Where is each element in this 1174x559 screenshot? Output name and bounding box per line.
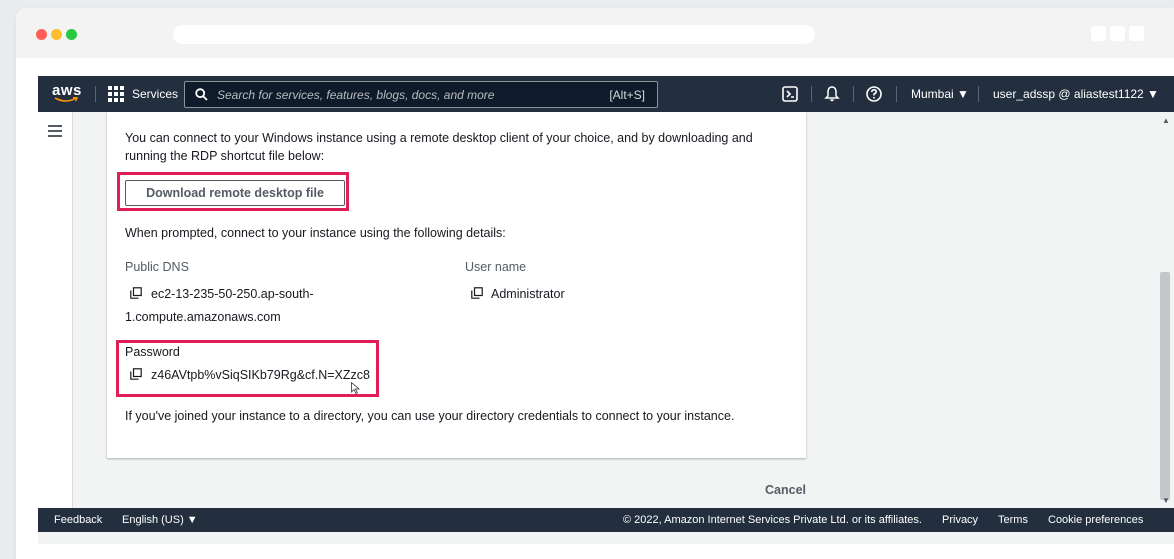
rdp-client-panel: You can connect to your Windows instance… — [107, 112, 806, 458]
aws-smile-icon — [54, 97, 78, 102]
close-window-button[interactable] — [36, 29, 47, 40]
username-label: User name — [465, 260, 527, 274]
services-menu[interactable]: Services — [108, 76, 178, 112]
cloudshell-icon[interactable] — [781, 85, 799, 103]
search-shortcut: [Alt+S] — [609, 88, 645, 102]
nav-separator — [896, 86, 897, 102]
search-icon — [195, 88, 208, 101]
privacy-link[interactable]: Privacy — [942, 514, 978, 526]
scroll-down-icon[interactable]: ▼ — [1162, 496, 1170, 505]
copy-icon[interactable] — [471, 287, 483, 299]
public-dns-value-cont: 1.compute.amazonaws.com — [125, 310, 281, 324]
browser-titlebar — [16, 8, 1174, 58]
maximize-window-button[interactable] — [66, 29, 77, 40]
download-rdp-button[interactable]: Download remote desktop file — [125, 180, 345, 206]
services-label: Services — [132, 87, 179, 101]
intro-text: You can connect to your Windows instance… — [125, 131, 753, 163]
cookie-preferences-link[interactable]: Cookie preferences — [1048, 514, 1143, 526]
terms-link[interactable]: Terms — [998, 514, 1028, 526]
password-label: Password — [125, 345, 180, 359]
aws-console: aws Services Search for services, featur — [38, 76, 1174, 544]
scroll-thumb[interactable] — [1160, 272, 1170, 500]
minimize-window-button[interactable] — [51, 29, 62, 40]
aws-logo[interactable]: aws — [52, 82, 82, 104]
feedback-link[interactable]: Feedback — [54, 514, 102, 526]
public-dns-value: ec2-13-235-50-250.ap-south- — [151, 287, 314, 301]
public-dns-label: Public DNS — [125, 260, 189, 274]
bell-icon[interactable] — [823, 85, 841, 103]
window-control-1[interactable] — [1091, 26, 1106, 41]
window-control-2[interactable] — [1110, 26, 1125, 41]
nav-separator — [95, 86, 96, 102]
search-placeholder: Search for services, features, blogs, do… — [217, 88, 495, 102]
footer: Feedback English (US) ▼ © 2022, Amazon I… — [38, 508, 1174, 532]
region-selector[interactable]: Mumbai ▼ — [911, 87, 969, 101]
mouse-cursor-icon — [351, 382, 360, 394]
browser-window: aws Services Search for services, featur — [16, 8, 1174, 559]
copyright-text: © 2022, Amazon Internet Services Private… — [623, 514, 922, 526]
copy-icon[interactable] — [130, 368, 142, 380]
hamburger-menu-icon[interactable] — [48, 125, 62, 137]
copy-icon[interactable] — [130, 287, 142, 299]
scroll-up-icon[interactable]: ▲ — [1162, 116, 1170, 125]
directory-note: If you've joined your instance to a dire… — [125, 409, 735, 423]
top-navigation: aws Services Search for services, featur — [38, 76, 1174, 112]
account-menu[interactable]: user_adssp @ aliastest1122 ▼ — [993, 87, 1159, 101]
address-bar[interactable] — [173, 25, 815, 44]
nav-separator — [978, 86, 979, 102]
search-input[interactable]: Search for services, features, blogs, do… — [184, 81, 658, 108]
prompted-text: When prompted, connect to your instance … — [125, 226, 506, 240]
window-control-3[interactable] — [1129, 26, 1144, 41]
grid-icon — [108, 86, 124, 102]
side-navigation — [38, 112, 73, 508]
nav-separator — [853, 86, 854, 102]
password-value: z46AVtpb%vSiqSIKb79Rg&cf.N=XZzc8 — [151, 368, 370, 382]
cancel-button[interactable]: Cancel — [765, 483, 806, 497]
language-selector[interactable]: English (US) ▼ — [122, 514, 198, 526]
help-icon[interactable] — [865, 85, 883, 103]
username-value: Administrator — [491, 287, 565, 301]
scrollbar[interactable]: ▲ ▼ — [1157, 112, 1174, 508]
nav-separator — [811, 86, 812, 102]
